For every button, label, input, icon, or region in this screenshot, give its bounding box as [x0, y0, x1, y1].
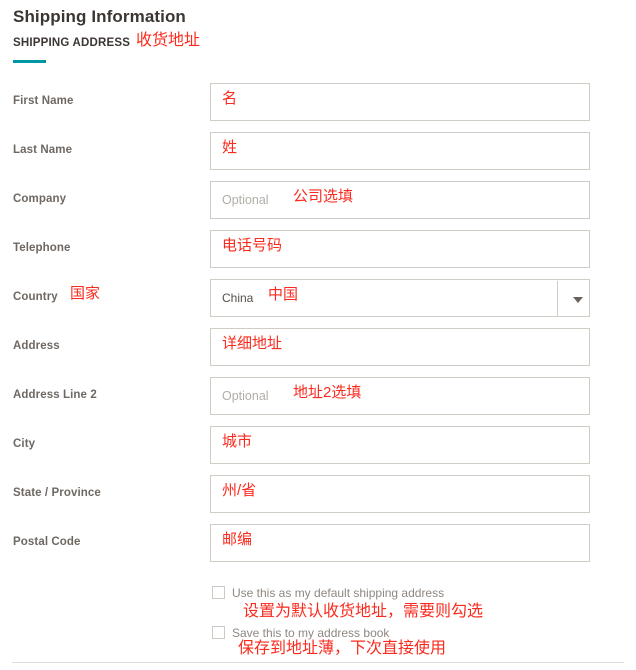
field-row: Company Optional 公司选填	[0, 180, 636, 220]
field-label-annotation: 国家	[70, 285, 101, 302]
input-field[interactable]	[210, 524, 590, 562]
checkbox-input[interactable]	[212, 586, 225, 599]
field-label: First Name	[13, 95, 74, 107]
chevron-down-icon[interactable]	[573, 297, 583, 303]
field-label: Address	[13, 340, 60, 352]
field-row: Address Line 2 Optional 地址2选填	[0, 376, 636, 416]
input-field[interactable]	[210, 426, 590, 464]
input-field[interactable]	[210, 83, 590, 121]
field-annotation: 电话号码	[222, 237, 283, 254]
checkbox-row: Use this as my default shipping address	[0, 583, 636, 605]
field-row: City 城市	[0, 425, 636, 465]
field-annotation: 名	[222, 90, 238, 107]
country-select[interactable]	[210, 279, 590, 317]
country-select-value: China	[222, 291, 254, 305]
shipping-information-page: Shipping Information SHIPPING ADDRESS 收货…	[0, 0, 636, 670]
input-field[interactable]	[210, 475, 590, 513]
select-divider	[557, 281, 558, 317]
bottom-divider	[12, 662, 624, 663]
field-row: State / Province 州/省	[0, 474, 636, 514]
field-label: Company	[13, 193, 67, 205]
field-label: City	[13, 438, 36, 450]
field-annotation: 城市	[222, 433, 253, 450]
field-label: Last Name	[13, 144, 73, 156]
field-annotation: 详细地址	[222, 335, 283, 352]
section-label-annotation: 收货地址	[136, 32, 201, 49]
field-label: Address Line 2	[13, 389, 97, 401]
field-annotation: 州/省	[222, 482, 257, 499]
field-row: Last Name 姓	[0, 131, 636, 171]
field-annotation: 公司选填	[293, 188, 354, 205]
section-accent-rule	[13, 60, 46, 63]
field-label: Postal Code	[13, 536, 81, 548]
field-label: State / Province	[13, 487, 101, 499]
field-row: Country 国家 China 中国	[0, 278, 636, 318]
field-row: First Name 名	[0, 82, 636, 122]
field-annotation: 姓	[222, 139, 238, 156]
field-annotation: 邮编	[222, 531, 253, 548]
input-field[interactable]	[210, 132, 590, 170]
field-annotation: 地址2选填	[293, 384, 362, 401]
input-placeholder: Optional	[222, 193, 269, 207]
field-label: Country	[13, 291, 58, 303]
section-label-shipping-address: SHIPPING ADDRESS	[13, 37, 131, 49]
field-row: Address 详细地址	[0, 327, 636, 367]
field-label: Telephone	[13, 242, 71, 254]
field-annotation: 中国	[268, 286, 299, 303]
page-title: Shipping Information	[13, 7, 186, 26]
input-placeholder: Optional	[222, 389, 269, 403]
checkbox-label[interactable]: Use this as my default shipping address	[232, 586, 444, 600]
checkbox-annotation: 设置为默认收货地址，需要则勾选	[243, 603, 484, 620]
checkbox-input[interactable]	[212, 626, 225, 639]
checkbox-label[interactable]: Save this to my address book	[232, 626, 389, 640]
field-row: Telephone 电话号码	[0, 229, 636, 269]
field-row: Postal Code 邮编	[0, 523, 636, 563]
checkbox-annotation: 保存到地址薄，下次直接使用	[238, 640, 447, 657]
